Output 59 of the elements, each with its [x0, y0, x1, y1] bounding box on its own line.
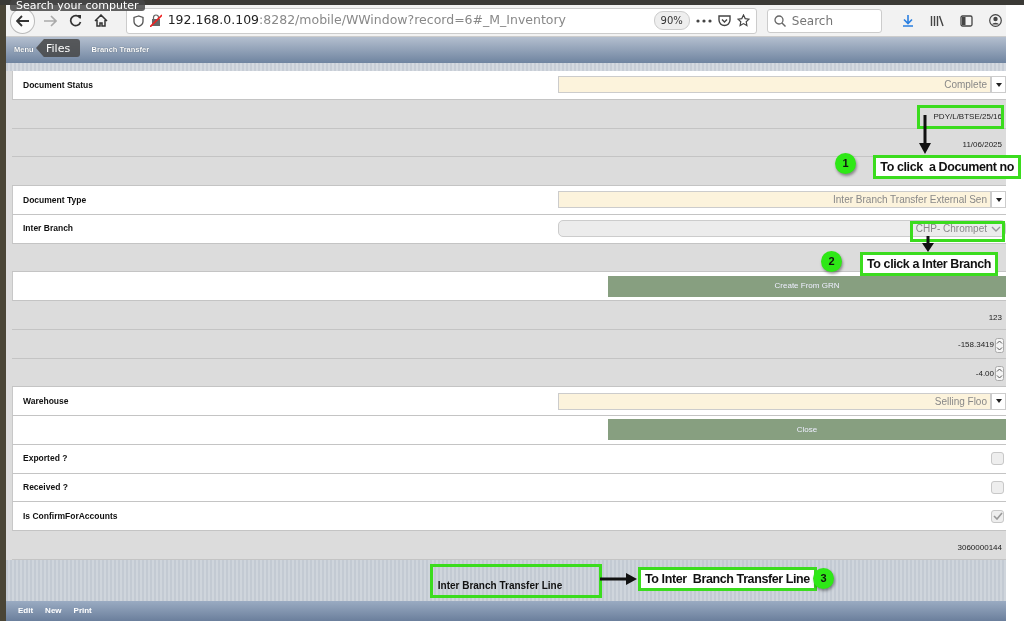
- field-label: Document Status: [22, 78, 93, 92]
- arrow: [919, 115, 931, 155]
- caret-icon: [995, 197, 1002, 202]
- annotation-label: To click a Inter Branch: [860, 252, 998, 276]
- sidebar-icon[interactable]: [960, 14, 973, 27]
- library-icon[interactable]: [930, 14, 944, 27]
- field-label: Document Type: [22, 193, 87, 207]
- action-button[interactable]: Close: [608, 419, 1006, 441]
- insecure-lock-icon: [149, 14, 162, 27]
- annotation-label: To Inter Branch Transfer Line: [638, 567, 817, 591]
- account-icon[interactable]: [989, 14, 1002, 27]
- check-icon: [992, 512, 1003, 521]
- arrow: [922, 236, 934, 252]
- annotation-label: To click a Document no: [873, 155, 1021, 179]
- field-label: Received ?: [22, 481, 68, 494]
- home-icon: [93, 14, 108, 27]
- checkbox[interactable]: [991, 509, 1004, 523]
- dropdown-button[interactable]: [991, 392, 1006, 410]
- dropdown-button[interactable]: [991, 76, 1006, 94]
- footer-link[interactable]: Print: [73, 605, 92, 617]
- tooltip: Files: [36, 39, 80, 57]
- star-icon[interactable]: [736, 14, 750, 27]
- field-label: Exported ?: [22, 452, 68, 465]
- select-field[interactable]: Selling Floo: [558, 392, 991, 410]
- dropdown-button[interactable]: [991, 191, 1006, 209]
- field-label: Is ConfirmForAccounts: [22, 509, 118, 523]
- action-button[interactable]: Create From GRN: [608, 275, 1006, 297]
- field-value: 3060000144: [957, 541, 1003, 554]
- checkbox[interactable]: [991, 452, 1004, 466]
- number-value: -4.00: [975, 367, 995, 380]
- field-value: 123: [988, 311, 1003, 324]
- more-dots-icon[interactable]: [695, 18, 712, 23]
- field-label: Inter Branch: [22, 222, 74, 235]
- zoom-level[interactable]: 90%: [653, 11, 690, 30]
- footer-link[interactable]: New: [45, 605, 62, 617]
- arrow: [600, 573, 638, 585]
- search-input[interactable]: Search: [789, 10, 870, 31]
- tab[interactable]: Inter Branch Transfer Line: [437, 578, 563, 593]
- forward-arrow-icon: [43, 14, 58, 27]
- reload-icon: [69, 14, 82, 27]
- search-icon: [773, 14, 786, 27]
- caret-icon: [995, 82, 1002, 87]
- number-value: -158.3419: [957, 339, 995, 351]
- chevron-icon: [991, 225, 1001, 232]
- pocket-icon[interactable]: [717, 14, 731, 27]
- checkbox[interactable]: [991, 480, 1004, 494]
- back-arrow-icon: [15, 14, 30, 27]
- select-field[interactable]: Inter Branch Transfer External Sen: [558, 191, 991, 209]
- url-text[interactable]: 192.168.0.109:8282/mobile/WWindow?record=6#_M_Inventory: [167, 11, 648, 30]
- select-field[interactable]: Complete: [558, 76, 991, 94]
- caret-icon: [995, 399, 1002, 404]
- field-value: 11/06/2025: [962, 139, 1003, 152]
- shield-icon: [132, 14, 144, 27]
- field-value: PDY/L/BTSE/25/16: [933, 110, 1003, 123]
- field-label: Warehouse: [22, 394, 69, 408]
- footer-link[interactable]: Edit: [18, 605, 34, 617]
- tooltip: Search your computer: [10, 0, 145, 11]
- download-icon[interactable]: [902, 14, 914, 27]
- search-field[interactable]: Search: [766, 8, 882, 33]
